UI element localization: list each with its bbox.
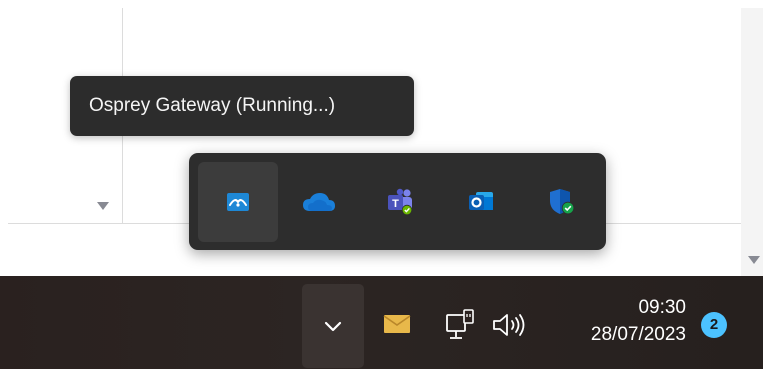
outlook-icon [469, 192, 493, 210]
dropdown-arrow-icon[interactable] [97, 202, 109, 210]
volume-tray-button[interactable] [490, 310, 530, 340]
osprey-gateway-icon [227, 193, 249, 211]
shield-check-icon [550, 189, 575, 215]
clock-button[interactable]: 09:30 28/07/2023 [548, 294, 686, 348]
teams-icon: T [388, 188, 413, 216]
svg-text:T: T [392, 198, 399, 210]
show-hidden-icons-button[interactable] [302, 284, 364, 368]
chevron-down-icon [324, 321, 342, 331]
tray-item-outlook[interactable] [441, 162, 521, 242]
tray-item-teams[interactable]: T [360, 162, 440, 242]
tray-item-onedrive[interactable] [279, 162, 359, 242]
tray-tooltip: Osprey Gateway (Running...) [70, 76, 414, 136]
mail-tray-button[interactable] [382, 312, 412, 336]
taskbar: 09:30 28/07/2023 2 [0, 276, 763, 369]
clock-time: 09:30 [638, 297, 686, 318]
onedrive-cloud-icon [303, 193, 335, 211]
scroll-down-arrow-icon[interactable] [748, 256, 760, 264]
scrollbar-strip [741, 8, 763, 276]
network-wired-icon [446, 309, 474, 339]
notification-badge[interactable]: 2 [701, 312, 727, 338]
mail-icon [383, 315, 411, 333]
tray-item-windows-security[interactable] [522, 162, 602, 242]
clock-date: 28/07/2023 [590, 324, 686, 345]
tray-item-osprey-gateway[interactable] [198, 162, 278, 242]
volume-icon [493, 314, 525, 336]
tray-overflow-panel: T [189, 153, 606, 250]
network-tray-button[interactable] [443, 306, 477, 344]
